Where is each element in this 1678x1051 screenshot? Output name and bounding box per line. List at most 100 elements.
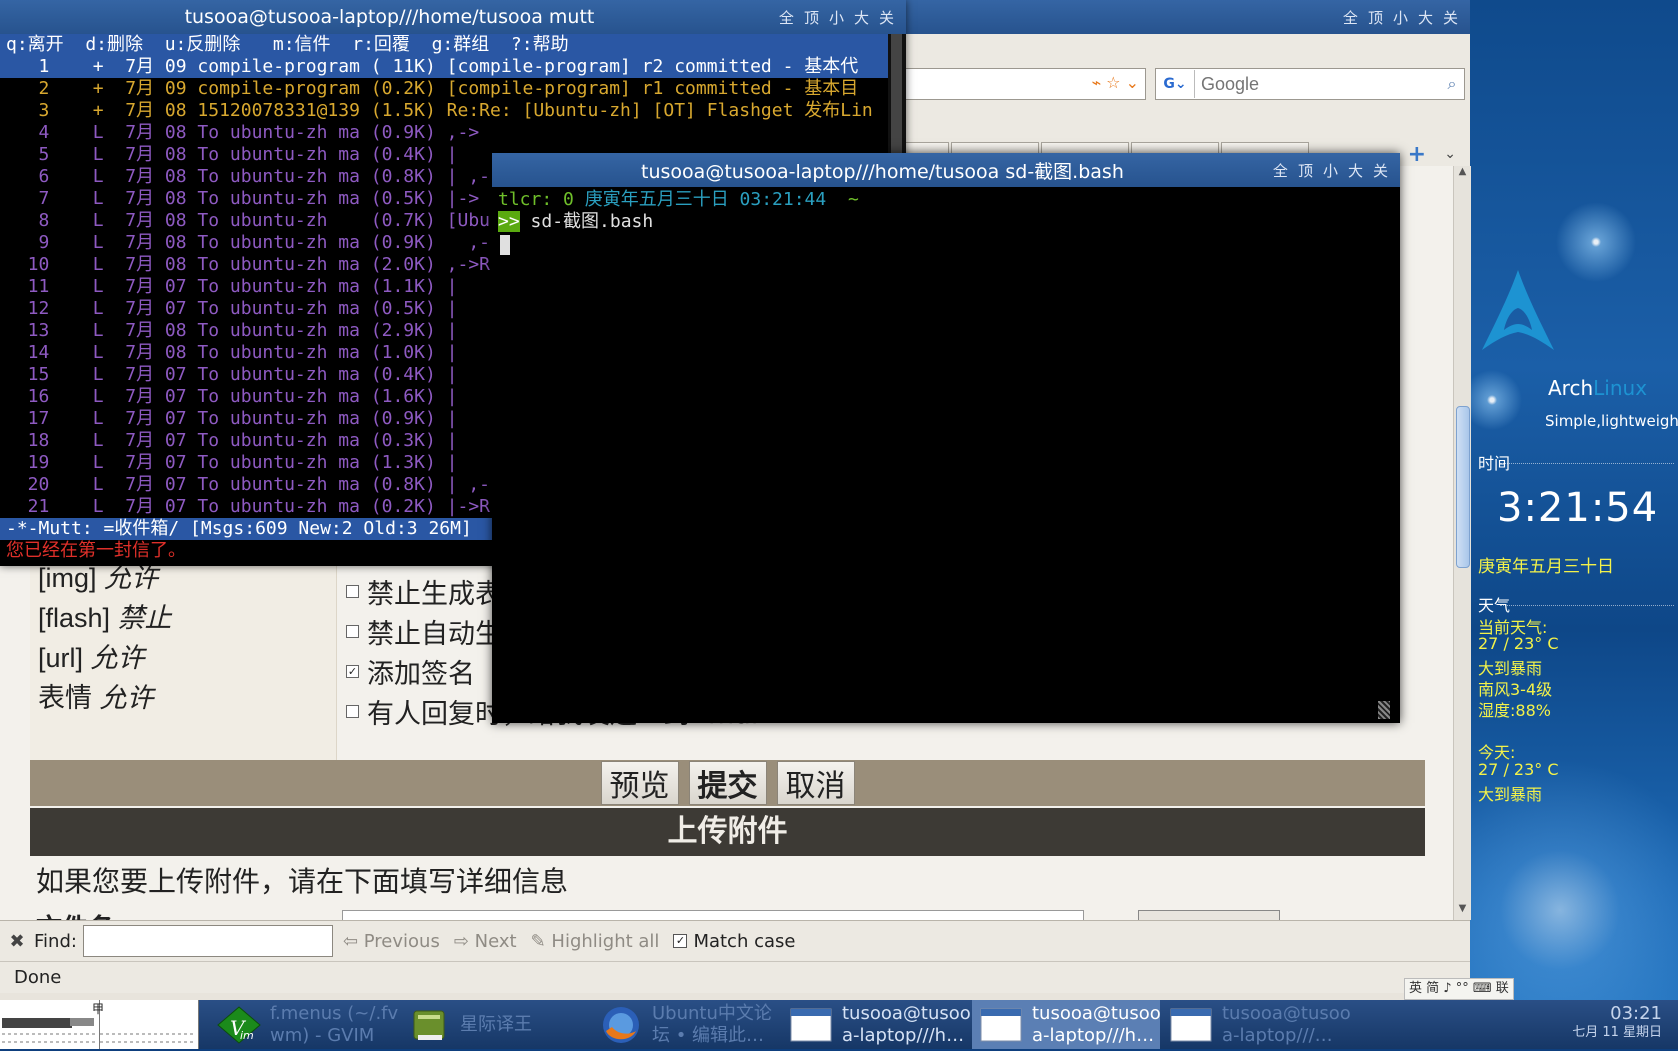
find-input[interactable] <box>82 925 333 957</box>
maximize-button[interactable]: 大 <box>1348 160 1363 181</box>
bash-titlebar[interactable]: tusooa@tusooa-laptop///home/tusooa sd-截图… <box>492 153 1400 187</box>
taskbar-clock[interactable]: 03:21 七月 11 星期日 <box>1572 1004 1662 1042</box>
option-disable-smilies[interactable]: 禁止自动生 <box>346 612 502 651</box>
checkbox[interactable] <box>346 705 359 718</box>
mutt-titlebar[interactable]: tusooa@tusooa-laptop///home/tusooa mutt … <box>0 0 906 34</box>
search-icon[interactable]: ⌕ <box>1440 74 1464 94</box>
ontop-button[interactable]: 顶 <box>804 7 819 28</box>
window-icon <box>1168 1005 1214 1045</box>
message-row[interactable]: 11 L 7月 07 To ubuntu-zh ma (1.1K) | <box>6 276 458 298</box>
message-row[interactable]: 15 L 7月 07 To ubuntu-zh ma (0.4K) | <box>6 364 458 386</box>
bash-terminal-window[interactable]: tusooa@tusooa-laptop///home/tusooa sd-截图… <box>492 153 1400 723</box>
message-row[interactable]: 3 + 7月 08 15120078331@139 (1.5K) Re:Re: … <box>6 100 873 122</box>
clock-date: 七月 11 星期日 <box>1572 1025 1662 1040</box>
stardict-icon <box>406 1005 452 1045</box>
rss-bookmark-icon[interactable]: ⌁ ☆ ⌄ <box>1091 73 1139 92</box>
message-row[interactable]: 21 L 7月 07 To ubuntu-zh ma (0.2K) |->R <box>6 496 490 518</box>
close-button[interactable]: 关 <box>1373 160 1388 181</box>
checkbox[interactable]: ✓ <box>346 665 359 678</box>
taskbar-button[interactable]: Ubuntu中文论 坛 • 编辑此… <box>592 1000 780 1049</box>
task-label: f.menus (~/.fv wm) - GVIM <box>270 1002 398 1046</box>
option-attach-signature[interactable]: ✓ 添加签名 <box>346 652 475 691</box>
scroll-up-icon[interactable]: ▲ <box>1454 166 1471 183</box>
find-label: Find: <box>34 930 77 952</box>
message-row[interactable]: 2 + 7月 09 compile-program (0.2K) [compil… <box>6 78 859 100</box>
message-row[interactable]: 9 L 7月 08 To ubuntu-zh ma (0.9K) ,- <box>6 232 491 254</box>
message-row[interactable]: 20 L 7月 07 To ubuntu-zh ma (0.8K) | ,- <box>6 474 490 496</box>
taskbar-button[interactable]: Vim f.menus (~/.fv wm) - GVIM <box>210 1000 398 1049</box>
minimize-button[interactable]: 小 <box>1323 160 1338 181</box>
upload-file-row: 文件名 <box>30 906 1425 920</box>
taskbar-button[interactable]: tusooa@tusoo a-laptop///… <box>1162 1000 1352 1049</box>
taskbar-button[interactable]: tusooa@tusoo a-laptop///h… <box>972 1000 1160 1049</box>
close-button[interactable]: 关 <box>879 7 894 28</box>
message-row[interactable]: 6 L 7月 08 To ubuntu-zh ma (0.8K) | ,- <box>6 166 491 188</box>
mutt-message-line: 您已经在第一封信了。 <box>6 540 186 561</box>
message-row[interactable]: 12 L 7月 07 To ubuntu-zh ma (0.5K) | <box>6 298 458 320</box>
message-row[interactable]: 10 L 7月 08 To ubuntu-zh ma (2.0K) ,->R <box>6 254 490 276</box>
message-row[interactable]: 17 L 7月 07 To ubuntu-zh ma (0.9K) | <box>6 408 458 430</box>
upload-file-label: 文件名 <box>36 908 114 920</box>
option-disable-bbcode[interactable]: 禁止生成表 <box>346 572 502 611</box>
find-next-button[interactable]: ⇨ Next <box>454 931 517 952</box>
current-temp: 27 / 23° C <box>1478 634 1559 653</box>
task-label: Ubuntu中文论 坛 • 编辑此… <box>652 1002 772 1046</box>
message-row[interactable]: 18 L 7月 07 To ubuntu-zh ma (0.3K) | <box>6 430 458 452</box>
upload-description: 如果您要上传附件，请在下面填写详细信息 <box>36 865 569 898</box>
terminal-output[interactable]: tlcr: 0 庚寅年五月三十日 03:21:44 ~ >> sd-截图.bas… <box>492 187 1394 723</box>
search-input[interactable] <box>1195 72 1440 96</box>
upload-file-input[interactable] <box>342 910 1084 920</box>
message-row[interactable]: 16 L 7月 07 To ubuntu-zh ma (1.6K) | <box>6 386 458 408</box>
preview-button[interactable]: 预览 <box>600 761 679 805</box>
fullscreen-button[interactable]: 全 <box>1343 7 1358 28</box>
close-find-icon[interactable]: ✖ <box>0 931 34 952</box>
fullscreen-button[interactable]: 全 <box>779 7 794 28</box>
taskbar-button[interactable]: tusooa@tusoo a-laptop///h… <box>782 1000 970 1049</box>
resize-grip-icon[interactable] <box>1378 701 1390 719</box>
divider <box>1500 463 1674 464</box>
maximize-button[interactable]: 大 <box>1418 7 1433 28</box>
message-row[interactable]: 4 L 7月 08 To ubuntu-zh ma (0.9K) ,-> <box>6 122 480 144</box>
search-box[interactable]: G⌄ ⌕ <box>1155 68 1465 100</box>
browse-button[interactable] <box>1138 910 1280 920</box>
window-controls: 全顶小大关 <box>779 7 906 28</box>
message-row[interactable]: 1 + 7月 09 compile-program ( 11K) [compil… <box>6 56 859 78</box>
fullscreen-button[interactable]: 全 <box>1273 160 1288 181</box>
taskbar-button[interactable]: 星际译王 <box>400 1000 590 1049</box>
find-previous-button[interactable]: ⇦ Previous <box>343 931 440 952</box>
mutt-help-bar: q:离开 d:删除 u:反删除 m:信件 r:回覆 g:群组 ?:帮助 <box>6 34 569 55</box>
cancel-button[interactable]: 取消 <box>776 761 855 805</box>
match-case-checkbox[interactable]: ✓ <box>673 934 688 948</box>
clock-time: 03:21 <box>1610 1003 1662 1024</box>
match-case-label[interactable]: Match case <box>693 931 795 952</box>
submit-button[interactable]: 提交 <box>688 761 767 805</box>
checkbox[interactable] <box>346 585 359 598</box>
task-label: 星际译王 <box>460 1013 532 1035</box>
ontop-button[interactable]: 顶 <box>1298 160 1313 181</box>
scroll-thumb[interactable] <box>1456 406 1470 568</box>
minimize-button[interactable]: 小 <box>829 7 844 28</box>
close-button[interactable]: 关 <box>1443 7 1458 28</box>
url-bar[interactable]: ⌁ ☆ ⌄ <box>905 68 1146 100</box>
message-row[interactable]: 14 L 7月 08 To ubuntu-zh ma (1.0K) | <box>6 342 458 364</box>
navigation-toolbar: ⌁ ☆ ⌄ G⌄ ⌕ + ⌄ <box>861 34 1470 167</box>
message-row[interactable]: 5 L 7月 08 To ubuntu-zh ma (0.4K) | <box>6 144 458 166</box>
task-label: tusooa@tusoo a-laptop///… <box>1222 1002 1351 1046</box>
checkbox[interactable] <box>346 625 359 638</box>
minimize-button[interactable]: 小 <box>1393 7 1408 28</box>
maximize-button[interactable]: 大 <box>854 7 869 28</box>
highlight-all-button[interactable]: ✎ Highlight all <box>531 931 660 952</box>
message-row[interactable]: 7 L 7月 08 To ubuntu-zh ma (0.5K) |-> <box>6 188 480 210</box>
ontop-button[interactable]: 顶 <box>1368 7 1383 28</box>
tab-list-chevron-icon[interactable]: ⌄ <box>1444 146 1456 162</box>
search-engine-icon[interactable]: G⌄ <box>1156 70 1195 98</box>
scroll-down-icon[interactable]: ▼ <box>1454 903 1471 920</box>
message-row[interactable]: 13 L 7月 08 To ubuntu-zh ma (2.9K) | <box>6 320 458 342</box>
new-tab-icon[interactable]: + <box>1408 142 1426 167</box>
conky-clock: 3:21:54 <box>1497 485 1659 531</box>
message-row[interactable]: 19 L 7月 07 To ubuntu-zh ma (1.3K) | <box>6 452 458 474</box>
message-row[interactable]: 8 L 7月 08 To ubuntu-zh (0.7K) [Ubu <box>6 210 491 232</box>
page-scrollbar[interactable]: ▲ ▼ <box>1453 166 1471 920</box>
workspace-pager[interactable]: 甲 <box>0 1000 199 1049</box>
text-cursor <box>500 235 510 255</box>
